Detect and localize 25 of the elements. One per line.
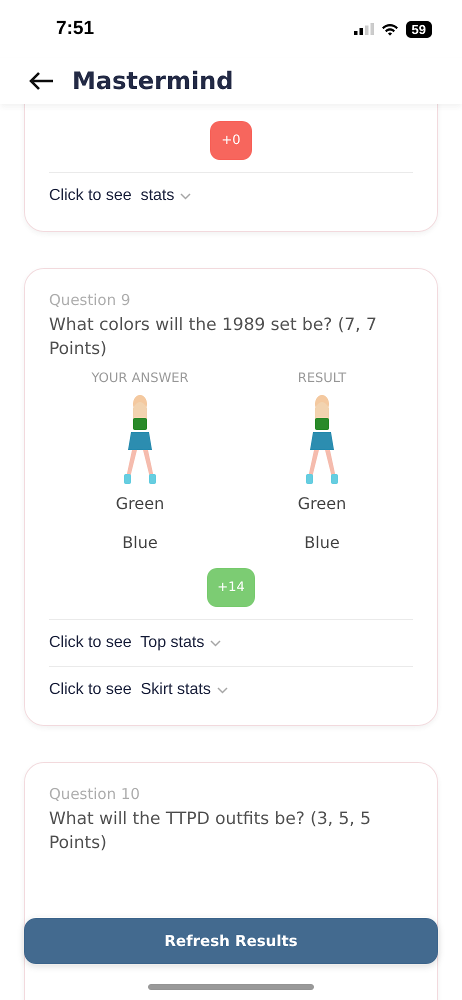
answer-value: Green — [116, 494, 164, 513]
stats-toggle[interactable]: Click to see Top stats — [49, 619, 413, 666]
chevron-down-icon — [216, 686, 228, 694]
chevron-down-icon — [210, 640, 222, 646]
answer-value: Blue — [304, 533, 340, 552]
answer-value: Blue — [122, 533, 158, 552]
column-heading: YOUR ANSWER — [91, 371, 189, 386]
battery-level: 59 — [406, 20, 432, 38]
chevron-down-icon — [180, 192, 192, 200]
status-time: 7:51 — [56, 18, 94, 40]
answer-value: Green — [298, 494, 346, 513]
refresh-results-button[interactable]: Refresh Results — [24, 918, 438, 964]
score-badge: +0 — [210, 121, 252, 160]
wifi-icon — [380, 22, 399, 36]
back-arrow-icon[interactable] — [28, 71, 54, 91]
column-heading: RESULT — [298, 371, 346, 386]
question-number: Question 9 — [49, 291, 132, 309]
question-text: What colors will the 1989 set be? (7, 7 Points) — [49, 314, 378, 361]
question-number: Question 10 — [49, 785, 141, 803]
score-badge: +14 — [207, 568, 255, 607]
question-text: What will the TTPD outfits be? (3, 5, 5 Points) — [49, 808, 372, 855]
stats-toggle[interactable]: Click to see Skirt stats — [49, 666, 413, 713]
stats-toggle[interactable]: Click to see stats — [49, 172, 413, 219]
signal-icon — [354, 23, 374, 35]
page-title: Mastermind — [72, 67, 234, 95]
